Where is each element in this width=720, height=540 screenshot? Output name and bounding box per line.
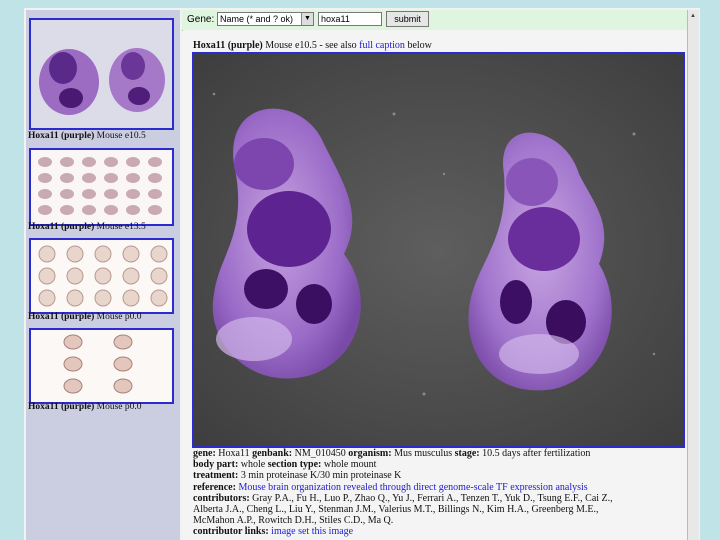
full-caption-link[interactable]: full caption: [359, 40, 405, 51]
submit-button[interactable]: submit: [386, 11, 429, 27]
image-metadata: gene: Hoxa11 genbank: NM_010450 organism…: [193, 448, 613, 538]
thumbnail-caption: Hoxa11 (purple) Mouse p0.0: [28, 402, 142, 412]
thumbnail-e10-5[interactable]: [29, 18, 174, 130]
thumbnail-caption: Hoxa11 (purple) Mouse e13.5: [28, 222, 146, 232]
gene-label: Gene:: [187, 14, 215, 25]
gene-search-bar: Gene: Name (* and ? ok) ▼ hoxa11 submit: [182, 10, 687, 31]
thumbnail-p0-a[interactable]: [29, 238, 174, 314]
main-embryo-image[interactable]: [192, 52, 685, 448]
contributor-links[interactable]: image set this image: [271, 526, 353, 537]
main-panel: Hoxa11 (purple) Mouse e10.5 - see also f…: [183, 30, 687, 540]
gene-search-input[interactable]: hoxa11: [318, 12, 382, 26]
thumbnail-caption: Hoxa11 (purple) Mouse p0.0: [28, 312, 142, 322]
vertical-scrollbar[interactable]: ▲: [687, 10, 699, 540]
thumbnail-p0-b[interactable]: [29, 328, 174, 404]
thumbnail-column: Hoxa11 (purple) Mouse e10.5 Hoxa11 (purp…: [26, 10, 180, 540]
chevron-down-icon[interactable]: ▼: [301, 13, 313, 25]
reference-link[interactable]: Mouse brain organization revealed throug…: [238, 482, 587, 493]
scroll-up-icon[interactable]: ▲: [690, 13, 696, 19]
thumbnail-e13-5[interactable]: [29, 148, 174, 226]
image-caption: Hoxa11 (purple) Mouse e10.5 - see also f…: [193, 40, 432, 51]
thumbnail-caption: Hoxa11 (purple) Mouse e10.5: [28, 131, 146, 141]
search-type-select[interactable]: Name (* and ? ok) ▼: [217, 12, 314, 26]
